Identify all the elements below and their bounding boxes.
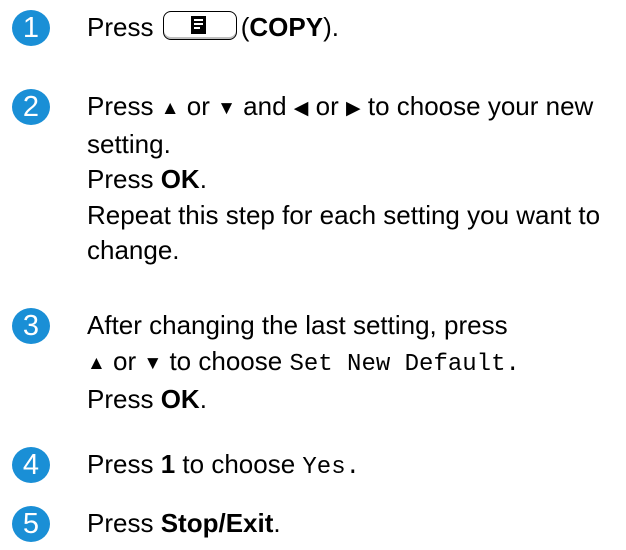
step-text-repeat: Repeat this step for each setting you wa… xyxy=(87,199,601,266)
key-label-ok: OK xyxy=(160,164,200,194)
step-text-line1: After changing the last setting, press xyxy=(87,310,508,340)
period: . xyxy=(199,384,207,414)
up-arrow-icon: ▲ xyxy=(160,98,180,119)
step-text-press: Press xyxy=(87,449,154,479)
down-arrow-icon: ▼ xyxy=(217,98,236,119)
word-or: or xyxy=(113,345,137,376)
step-text-press: Press xyxy=(87,12,154,42)
step-number-badge: 5 xyxy=(12,506,50,542)
copy-document-icon xyxy=(190,16,206,34)
step-text: Press Stop/Exit. xyxy=(87,506,617,542)
paren-close: ). xyxy=(323,12,339,42)
step-text-to-choose: to choose xyxy=(182,449,296,479)
period: . xyxy=(199,164,207,194)
period: . xyxy=(273,508,281,538)
step-number-badge: 2 xyxy=(12,89,50,125)
step-text: Press ▲ or ▼ and ◀ or ▶ to choose your n… xyxy=(87,89,617,269)
copy-key-icon xyxy=(162,11,237,40)
step-number-badge: 4 xyxy=(12,447,50,483)
step-text-press: Press xyxy=(87,384,154,414)
down-arrow-icon: ▼ xyxy=(143,352,163,374)
up-arrow-icon: ▲ xyxy=(87,352,106,374)
step-number-badge: 3 xyxy=(12,308,50,344)
key-label-1: 1 xyxy=(160,449,176,479)
menu-option-set-new-default: Set New Default xyxy=(289,350,506,378)
menu-option-yes: Yes xyxy=(302,454,346,481)
step-number-badge: 1 xyxy=(12,10,50,46)
period: . xyxy=(505,350,520,378)
right-arrow-icon: ▶ xyxy=(346,98,361,119)
step-text: Press 1 to choose Yes. xyxy=(87,447,617,486)
left-arrow-icon: ◀ xyxy=(293,98,309,119)
step-text-to-choose: to choose xyxy=(169,345,283,376)
key-label-stop-exit: Stop/Exit xyxy=(160,508,274,538)
step-text: Press (COPY). xyxy=(87,10,617,46)
step-text-press: Press xyxy=(87,91,154,121)
key-label-copy: COPY xyxy=(249,12,324,42)
step-text: After changing the last setting, press ▲… xyxy=(87,308,617,418)
word-or: or xyxy=(186,91,210,121)
word-and: and xyxy=(243,91,287,121)
step-text-press: Press xyxy=(87,508,154,538)
key-label-ok: OK xyxy=(160,384,200,414)
word-or: or xyxy=(315,91,339,121)
step-text-press: Press xyxy=(87,164,154,194)
period: . xyxy=(345,454,361,481)
